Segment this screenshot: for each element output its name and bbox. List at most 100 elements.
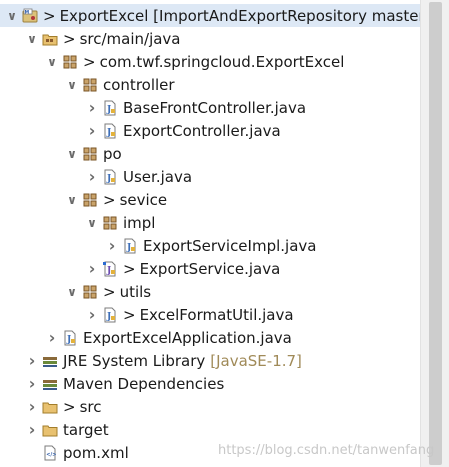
tree-item-utils[interactable]: >utils	[0, 280, 420, 303]
java-file-icon: J	[122, 238, 138, 254]
git-dirty-marker: >	[83, 52, 96, 71]
vertical-scrollbar[interactable]	[420, 0, 449, 467]
tree-item-label: ExportExcelApplication.java	[83, 328, 292, 347]
java-file-icon: J	[102, 123, 118, 139]
folder-icon	[42, 422, 58, 438]
git-dirty-marker: >	[63, 29, 76, 48]
tree-item-exportexcel-importandexportrepository-master[interactable]: M >ExportExcel [ImportAndExportRepository…	[0, 4, 430, 27]
tree-item-label: ExportServiceImpl.java	[143, 236, 317, 255]
svg-text:J: J	[106, 105, 111, 115]
svg-text:J: J	[66, 335, 71, 345]
package-icon	[82, 146, 98, 162]
collapse-toggle-icon[interactable]	[66, 79, 78, 91]
expand-toggle-icon[interactable]	[86, 102, 98, 114]
expand-toggle-icon[interactable]	[86, 171, 98, 183]
scrollbar-thumb[interactable]	[429, 2, 442, 465]
tree-item-exportcontroller-java[interactable]: J ExportController.java	[0, 119, 420, 142]
git-dirty-marker: >	[63, 397, 76, 416]
tree-item-label: pom.xml	[63, 443, 129, 462]
project-explorer-tree: M>ExportExcel [ImportAndExportRepository…	[0, 0, 430, 467]
svg-text:J: J	[106, 266, 111, 276]
source-folder-icon	[42, 31, 58, 47]
tree-item-po[interactable]: po	[0, 142, 420, 165]
tree-item-basefrontcontroller-java[interactable]: J BaseFrontController.java	[0, 96, 420, 119]
tree-item-user-java[interactable]: J User.java	[0, 165, 420, 188]
java-file-icon: J	[102, 100, 118, 116]
collapse-toggle-icon[interactable]	[46, 56, 58, 68]
tree-item-label: ExportService.java	[139, 259, 281, 278]
svg-text:J: J	[106, 128, 111, 138]
tree-item-label: utils	[119, 282, 152, 301]
xml-file-icon: </>	[42, 445, 58, 461]
expand-toggle-icon[interactable]	[26, 355, 38, 367]
package-icon	[62, 54, 78, 70]
tree-item-label: ExportExcel [ImportAndExportRepository m…	[59, 6, 431, 25]
expand-toggle-icon[interactable]	[26, 378, 38, 390]
expand-toggle-icon[interactable]	[106, 240, 118, 252]
tree-item-jre-system-library[interactable]: JRE System Library[JavaSE-1.7]	[0, 349, 420, 372]
svg-text:</>: </>	[46, 452, 56, 458]
expand-toggle-icon[interactable]	[86, 263, 98, 275]
java-file-icon: J	[102, 169, 118, 185]
tree-item-exportservice-java[interactable]: J >ExportService.java	[0, 257, 420, 280]
svg-text:J: J	[106, 312, 111, 322]
tree-item-label: BaseFrontController.java	[123, 98, 307, 117]
tree-item-label: Maven Dependencies	[63, 374, 225, 393]
tree-item-sevice[interactable]: >sevice	[0, 188, 420, 211]
maven-project-icon: M	[22, 8, 38, 24]
expand-toggle-icon[interactable]	[26, 424, 38, 436]
tree-item-maven-dependencies[interactable]: Maven Dependencies	[0, 372, 420, 395]
no-toggle	[26, 447, 38, 459]
git-dirty-marker: >	[43, 6, 56, 25]
package-icon	[82, 192, 98, 208]
tree-item-label: com.twf.springcloud.ExportExcel	[99, 52, 345, 71]
library-icon	[42, 353, 58, 369]
tree-item-src-main-java[interactable]: >src/main/java	[0, 27, 420, 50]
git-dirty-marker: >	[123, 259, 136, 278]
tree-item-exportserviceimpl-java[interactable]: J ExportServiceImpl.java	[0, 234, 420, 257]
java-file-modified-icon: J	[102, 261, 118, 277]
tree-item-exportexcelapplication-java[interactable]: J ExportExcelApplication.java	[0, 326, 420, 349]
git-dirty-marker: >	[103, 190, 116, 209]
collapse-toggle-icon[interactable]	[66, 286, 78, 298]
expand-toggle-icon[interactable]	[86, 125, 98, 137]
package-icon	[82, 77, 98, 93]
tree-item-src[interactable]: >src	[0, 395, 420, 418]
tree-item-label: target	[63, 420, 109, 439]
tree-item-label: src	[79, 397, 102, 416]
tree-item-label: User.java	[123, 167, 193, 186]
git-dirty-marker: >	[103, 282, 116, 301]
java-file-icon: J	[62, 330, 78, 346]
git-dirty-marker: >	[123, 305, 136, 324]
tree-item-label: po	[103, 144, 122, 163]
watermark-text: https://blog.csdn.net/tanwenfang	[218, 443, 435, 458]
svg-text:J: J	[106, 174, 111, 184]
tree-item-label: ExportController.java	[123, 121, 281, 140]
collapse-toggle-icon[interactable]	[66, 194, 78, 206]
library-icon	[42, 376, 58, 392]
tree-item-label: controller	[103, 75, 175, 94]
folder-icon	[42, 399, 58, 415]
tree-item-label: ExcelFormatUtil.java	[139, 305, 294, 324]
package-icon	[82, 284, 98, 300]
expand-toggle-icon[interactable]	[86, 309, 98, 321]
expand-toggle-icon[interactable]	[46, 332, 58, 344]
tree-item-suffix: [JavaSE-1.7]	[210, 351, 302, 370]
expand-toggle-icon[interactable]	[26, 401, 38, 413]
tree-item-controller[interactable]: controller	[0, 73, 420, 96]
tree-item-impl[interactable]: impl	[0, 211, 420, 234]
svg-text:M: M	[25, 9, 30, 15]
svg-text:J: J	[126, 243, 131, 253]
collapse-toggle-icon[interactable]	[86, 217, 98, 229]
tree-item-label: impl	[123, 213, 156, 232]
tree-item-label: JRE System Library	[63, 351, 206, 370]
package-icon	[102, 215, 118, 231]
tree-item-excelformatutil-java[interactable]: J >ExcelFormatUtil.java	[0, 303, 420, 326]
java-file-icon: J	[102, 307, 118, 323]
collapse-toggle-icon[interactable]	[66, 148, 78, 160]
tree-item-com-twf-springcloud-exportexcel[interactable]: >com.twf.springcloud.ExportExcel	[0, 50, 420, 73]
collapse-toggle-icon[interactable]	[6, 10, 18, 22]
collapse-toggle-icon[interactable]	[26, 33, 38, 45]
tree-item-label: sevice	[119, 190, 168, 209]
tree-item-target[interactable]: target	[0, 418, 420, 441]
